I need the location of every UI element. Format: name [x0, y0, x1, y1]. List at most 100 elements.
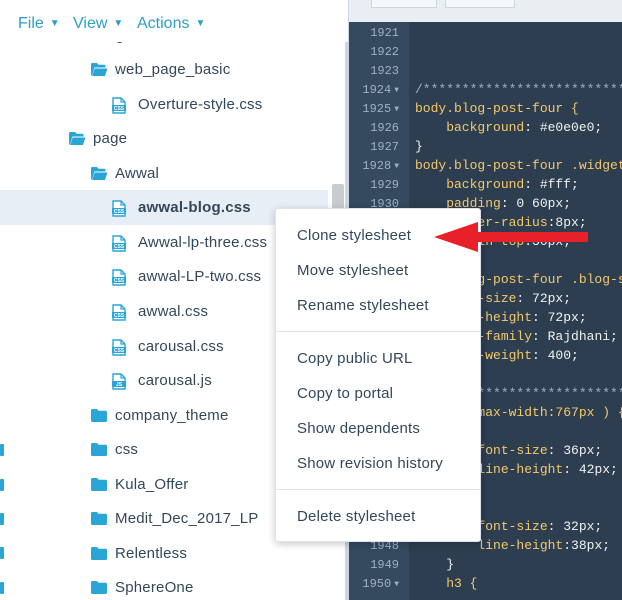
tree-item-label: company_theme	[115, 407, 229, 424]
line-number-text: 1926	[370, 121, 399, 135]
tree-item-label: Relentless	[115, 545, 188, 562]
tree-folder-item[interactable]: Awwal	[0, 156, 328, 191]
code-line: 1926 background: #e0e0e0;	[349, 119, 622, 138]
actions-menu[interactable]: Actions ▼	[137, 15, 205, 33]
css-file-icon: CSS	[112, 304, 126, 325]
line-number-text: 1922	[370, 45, 399, 59]
line-number: 1929	[349, 178, 399, 192]
show-revision-history-item[interactable]: Show revision history	[276, 447, 480, 481]
chevron-down-icon: ▼	[195, 18, 206, 29]
css-file-icon: CSS	[112, 269, 126, 290]
css-file-icon: CSS	[112, 97, 126, 118]
chevron-down-icon: ▼	[113, 18, 124, 29]
code-line: 1928▼ body.blog-post-four .widget-span	[349, 157, 622, 176]
tree-item-label: Awwal	[115, 165, 160, 182]
line-number: 1924 ▼	[349, 83, 399, 97]
editor-tab[interactable]	[445, 0, 515, 8]
code-token: : 36px;	[547, 443, 603, 458]
tree-item-label: awwal-blog.css	[138, 199, 251, 216]
tree-edge-marker	[0, 479, 4, 491]
show-dependents-item[interactable]: Show dependents	[276, 412, 480, 446]
code-line: 1950 ▼ h3 {	[349, 575, 622, 594]
css-file-icon: CSS	[112, 339, 126, 360]
file-menu-label: File	[18, 15, 44, 32]
fold-arrow-icon[interactable]: ▼	[394, 580, 399, 589]
code-text: background: #fff;	[415, 177, 579, 192]
move-stylesheet-item[interactable]: Move stylesheet	[276, 254, 480, 288]
delete-stylesheet-item[interactable]: Delete stylesheet	[276, 500, 480, 534]
tree-item-label: web_page_basic	[115, 61, 231, 78]
svg-text:CSS: CSS	[114, 278, 125, 284]
line-number: 1949	[349, 558, 399, 572]
tree-folder-item[interactable]: page	[0, 121, 328, 156]
code-text: body.blog-post-four {	[415, 101, 579, 116]
code-token: /***************************************…	[415, 82, 622, 97]
line-number: 1927	[349, 140, 399, 154]
line-number: 1950 ▼	[349, 577, 399, 591]
code-token: : 400;	[532, 348, 579, 363]
tree-item-label: Kula_Offer	[115, 476, 189, 493]
tree-item-label: carousal.css	[138, 338, 224, 355]
file-menu[interactable]: File ▼	[18, 15, 60, 33]
tree-edge-marker	[0, 547, 4, 559]
view-menu-label: View	[73, 15, 108, 32]
code-token: : #e0e0e0;	[524, 120, 603, 135]
fold-arrow-icon[interactable]: ▼	[394, 162, 399, 171]
code-line: 1921	[349, 24, 622, 43]
svg-text:JS: JS	[116, 382, 123, 388]
line-number-text: 1925	[362, 102, 392, 116]
editor-tab[interactable]	[371, 0, 437, 8]
svg-text:CSS: CSS	[114, 313, 125, 319]
tree-folder-item[interactable]: SphereOne	[0, 570, 328, 600]
tree-edge-marker	[0, 444, 4, 456]
tree-item-label: SphereOne	[115, 579, 194, 596]
code-token: : 72px;	[516, 291, 572, 306]
folder-icon	[90, 408, 108, 427]
code-line: 1924▼ /**********************************…	[349, 81, 622, 100]
tree-item-label: page	[93, 130, 128, 147]
line-number: 1922	[349, 45, 399, 59]
code-token: body.blog-post-four .widget-span	[415, 158, 622, 173]
menubar: File ▼ View ▼ Actions ▼	[0, 0, 348, 42]
folder-icon	[90, 546, 108, 565]
code-text: body.blog-post-four .widget-span	[415, 158, 622, 173]
code-line: 1927}	[349, 138, 622, 157]
rename-stylesheet-item[interactable]: Rename stylesheet	[276, 289, 480, 323]
line-number: 1921	[349, 26, 399, 40]
line-number-text: 1928	[362, 159, 392, 173]
fold-arrow-icon[interactable]: ▼	[394, 105, 399, 114]
code-line: 1925 ▼ body.blog-post-four {	[349, 100, 622, 119]
tree-item-label: awwal-LP-two.css	[138, 268, 262, 285]
line-number-text: 1927	[370, 140, 399, 154]
code-token: }	[415, 557, 455, 572]
code-token: : #fff;	[524, 177, 579, 192]
menu-divider	[276, 489, 480, 490]
line-number-text: 1921	[370, 26, 399, 40]
code-text: /***************************************…	[415, 82, 622, 97]
view-menu[interactable]: View ▼	[73, 15, 123, 33]
actions-menu-label: Actions	[137, 15, 190, 32]
tree-item-label: awwal.css	[138, 303, 209, 320]
line-number: 1925 ▼	[349, 102, 399, 116]
copy-public-url-item[interactable]: Copy public URL	[276, 342, 480, 376]
code-token: h3 {	[415, 576, 478, 591]
copy-to-portal-item[interactable]: Copy to portal	[276, 377, 480, 411]
svg-text:CSS: CSS	[114, 209, 125, 215]
code-token: : Rajdhani;	[532, 329, 618, 344]
folder-open-icon	[90, 62, 108, 81]
tree-edge-marker	[0, 582, 4, 594]
code-token: : 0 60px;	[500, 196, 572, 211]
css-file-icon: CSS	[112, 235, 126, 256]
code-line: 1923	[349, 62, 622, 81]
menu-divider	[276, 331, 480, 332]
css-file-icon: CSS	[112, 200, 126, 221]
code-token: : 72px;	[532, 310, 587, 325]
fold-arrow-icon[interactable]: ▼	[394, 86, 399, 95]
code-token: body.blog-post-four {	[415, 101, 579, 116]
tree-item-label: Medit_Dec_2017_LP	[115, 510, 259, 527]
tree-folder-item[interactable]: web_page_basic	[0, 52, 328, 87]
code-token: : 42px;	[563, 462, 618, 477]
code-token: : 32px;	[547, 519, 603, 534]
tree-file-item[interactable]: CSS Overture-style.css	[0, 87, 328, 122]
line-number: 1926	[349, 121, 399, 135]
